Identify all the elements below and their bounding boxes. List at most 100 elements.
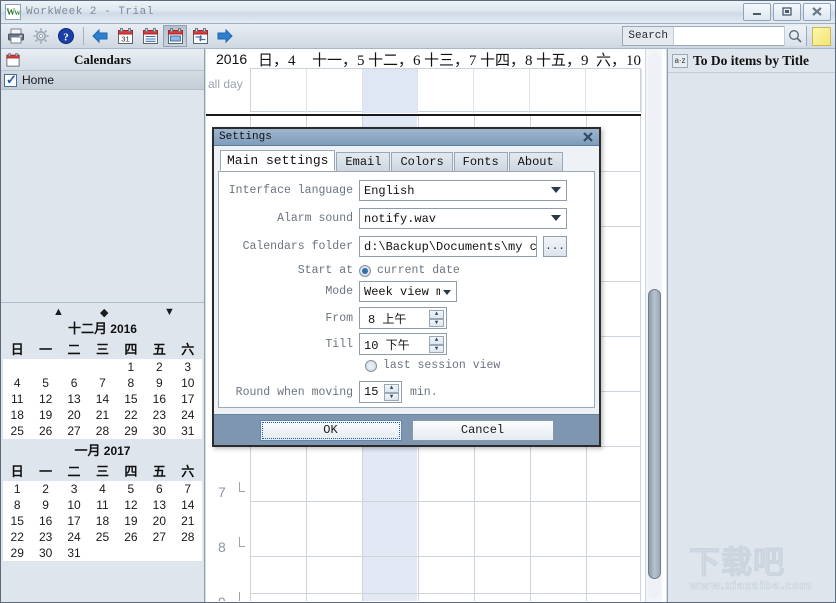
- minimize-button[interactable]: [743, 3, 771, 21]
- minical-day[interactable]: 22: [3, 529, 32, 545]
- minical-day[interactable]: 21: [88, 407, 117, 423]
- start-at-current-date-radio[interactable]: [359, 264, 371, 277]
- minical-day-selected[interactable]: 5: [31, 375, 60, 391]
- print-icon[interactable]: [4, 25, 28, 47]
- round-minutes-stepper[interactable]: 15 ▲ ▼: [359, 381, 402, 403]
- spinner-down-icon[interactable]: ▼: [429, 344, 444, 353]
- minical-day[interactable]: 11: [88, 497, 117, 513]
- minical-week-row[interactable]: 18 19 20 21 22 23 24: [3, 407, 202, 423]
- minical-day[interactable]: 23: [145, 407, 174, 423]
- chevron-down-icon[interactable]: [551, 215, 561, 221]
- minical-day[interactable]: 13: [59, 391, 89, 407]
- dialog-close-icon[interactable]: [581, 130, 595, 144]
- day-header-3[interactable]: 十三，7: [424, 49, 477, 70]
- minical-day[interactable]: 23: [31, 529, 60, 545]
- chevron-down-icon[interactable]: [443, 290, 451, 295]
- minical-grid[interactable]: 日一二三四五六 1 2 3 4 5 6 7 8 9 10 11 12 13 14 15 16 17 18 19 20 2…: [3, 338, 202, 439]
- allday-cell[interactable]: [530, 69, 586, 113]
- minical-day[interactable]: 14: [173, 497, 202, 513]
- minical-week-row[interactable]: 1234567: [3, 481, 202, 497]
- minical-next-icon[interactable]: ▼: [164, 306, 175, 318]
- minical-day[interactable]: 18: [88, 513, 117, 529]
- settings-gear-icon[interactable]: [29, 25, 53, 47]
- spinner-down-icon[interactable]: ▼: [429, 318, 444, 327]
- minical-day[interactable]: 24: [173, 407, 202, 423]
- todo-header[interactable]: a·z To Do items by Title: [668, 49, 835, 73]
- minical-day-selected[interactable]: 10: [173, 375, 202, 391]
- tab-colors[interactable]: Colors: [391, 152, 453, 171]
- minical-day[interactable]: 9: [31, 497, 60, 513]
- minical-day[interactable]: 2: [145, 359, 174, 375]
- minical-day[interactable]: 24: [59, 529, 89, 545]
- spinner-up-icon[interactable]: ▲: [429, 336, 444, 345]
- minical-week-row[interactable]: 15 16 17 18 19 20 21: [3, 513, 202, 529]
- minical-day[interactable]: 26: [31, 423, 60, 439]
- minical-day[interactable]: 4: [88, 481, 117, 497]
- mode-select[interactable]: Week view mo: [359, 281, 457, 302]
- minical-day[interactable]: 29: [116, 423, 146, 439]
- scrollbar-thumb[interactable]: [648, 289, 661, 579]
- minical-day-selected[interactable]: 7: [88, 375, 117, 391]
- week-view-icon[interactable]: [163, 25, 187, 47]
- minical-day[interactable]: 25: [3, 423, 32, 439]
- minical-day[interactable]: 3: [173, 359, 202, 375]
- spinner-buttons[interactable]: ▲ ▼: [429, 336, 444, 353]
- from-time-stepper[interactable]: 8 上午 ▲ ▼: [359, 307, 447, 329]
- browse-folder-button[interactable]: ...: [543, 236, 567, 257]
- minical-week-row[interactable]: 22 23 24 25 26 27 28: [3, 529, 202, 545]
- spinner-up-icon[interactable]: ▲: [429, 310, 444, 319]
- sidebar-item-home[interactable]: Home: [1, 71, 204, 90]
- search-input[interactable]: [674, 27, 784, 45]
- minical-day[interactable]: 18: [3, 407, 32, 423]
- minical-week-row[interactable]: 8 9 10 11 12 13 14: [3, 497, 202, 513]
- sort-az-icon[interactable]: a·z: [672, 53, 688, 68]
- minical-week-row[interactable]: 123: [3, 359, 202, 375]
- minical-day[interactable]: 21: [173, 513, 202, 529]
- minical-day[interactable]: 14: [88, 391, 117, 407]
- minical-day[interactable]: 12: [31, 391, 60, 407]
- day-header-0[interactable]: 日，4: [258, 49, 296, 70]
- minical-prev-icon[interactable]: ▲: [53, 306, 64, 318]
- minical-day[interactable]: 13: [145, 497, 174, 513]
- day-header-1[interactable]: 十一，5: [312, 49, 365, 70]
- sticky-note-icon[interactable]: [812, 27, 831, 46]
- minical-day[interactable]: 25: [88, 529, 117, 545]
- minical-week-row[interactable]: 25 26 27 28 29 30 31: [3, 423, 202, 439]
- spinner-buttons[interactable]: ▲ ▼: [384, 384, 399, 401]
- allday-cell[interactable]: [307, 69, 363, 113]
- minical-day[interactable]: 31: [59, 545, 89, 561]
- minical-day[interactable]: 10: [59, 497, 89, 513]
- day-header-5[interactable]: 十五，9: [536, 49, 589, 70]
- calendar-scrollbar[interactable]: [645, 49, 662, 602]
- tab-main-settings[interactable]: Main settings: [220, 150, 336, 171]
- minical-day[interactable]: 8: [3, 497, 32, 513]
- minical-day-selected[interactable]: 8: [116, 375, 146, 391]
- minical-week-row[interactable]: 4 5 6 7 8 9 10: [3, 375, 202, 391]
- today-calendar-icon[interactable]: 31: [113, 25, 137, 47]
- minical-day[interactable]: 28: [88, 423, 117, 439]
- minical-day[interactable]: 28: [173, 529, 202, 545]
- cancel-button[interactable]: Cancel: [411, 419, 554, 441]
- minical-day[interactable]: 30: [31, 545, 60, 561]
- minical-today-icon[interactable]: ◆: [100, 306, 108, 319]
- tab-about[interactable]: About: [508, 152, 563, 171]
- day-view-icon[interactable]: [138, 25, 162, 47]
- search-box[interactable]: Search: [622, 26, 807, 46]
- minical-day-today[interactable]: 6: [59, 375, 89, 391]
- minical-day[interactable]: 16: [31, 513, 60, 529]
- minical-week-row[interactable]: 29 30 31: [3, 545, 202, 561]
- minical-day[interactable]: 7: [173, 481, 202, 497]
- magnifier-icon[interactable]: [784, 26, 806, 46]
- allday-cell[interactable]: [474, 69, 530, 113]
- minical-grid[interactable]: 日一二三四五六 1 2 3 4 5 6 7 8 9 10 11 12 13 14 15 16 17 18 19 20 2…: [3, 460, 202, 561]
- minical-day[interactable]: 16: [145, 391, 174, 407]
- allday-cell[interactable]: [251, 69, 307, 113]
- allday-cell[interactable]: [418, 69, 475, 113]
- minical-day[interactable]: 2: [31, 481, 60, 497]
- interface-language-select[interactable]: English: [359, 180, 567, 201]
- spinner-buttons[interactable]: ▲ ▼: [429, 310, 444, 327]
- minical-day[interactable]: 6: [145, 481, 174, 497]
- day-header-6[interactable]: 六，10: [596, 49, 641, 70]
- maximize-button[interactable]: [773, 3, 801, 21]
- next-arrow-icon[interactable]: [213, 25, 237, 47]
